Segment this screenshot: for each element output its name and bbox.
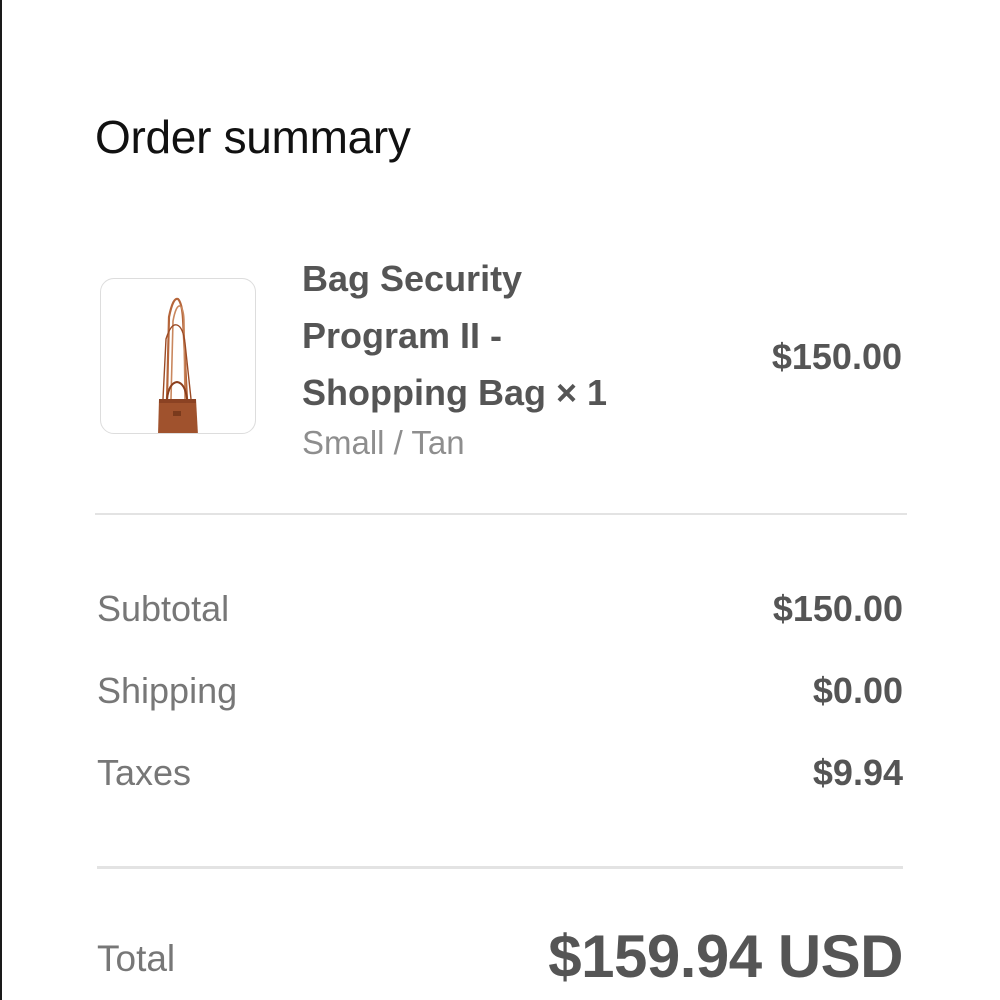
total-value: $159.94 USD <box>548 923 903 990</box>
tote-bag-icon <box>158 297 198 433</box>
left-edge-border <box>0 0 2 1000</box>
subtotal-row: Subtotal $150.00 <box>97 588 903 638</box>
subtotal-value: $150.00 <box>772 588 903 629</box>
total-divider <box>97 866 903 869</box>
product-variant: Small / Tan <box>302 424 465 461</box>
product-thumbnail[interactable] <box>100 278 256 434</box>
product-name-line-1: Bag Security <box>302 258 523 299</box>
subtotal-label: Subtotal <box>97 588 230 629</box>
taxes-value: $9.94 <box>812 752 903 793</box>
product-price: $150.00 <box>771 336 902 377</box>
shipping-row: Shipping $0.00 <box>97 670 903 720</box>
taxes-label: Taxes <box>97 752 192 793</box>
product-name-line-3: Shopping Bag × 1 <box>302 372 608 413</box>
shipping-value: $0.00 <box>812 670 903 711</box>
total-label: Total <box>97 938 176 979</box>
product-name-line-2: Program II - <box>302 315 503 356</box>
product-name[interactable]: Bag Security Program II - Shopping Bag ×… <box>302 250 702 421</box>
taxes-row: Taxes $9.94 <box>97 752 903 802</box>
item-divider <box>95 513 907 515</box>
page-title: Order summary <box>95 111 411 163</box>
shipping-label: Shipping <box>97 670 238 711</box>
order-line-item: Bag Security Program II - Shopping Bag ×… <box>100 250 902 470</box>
